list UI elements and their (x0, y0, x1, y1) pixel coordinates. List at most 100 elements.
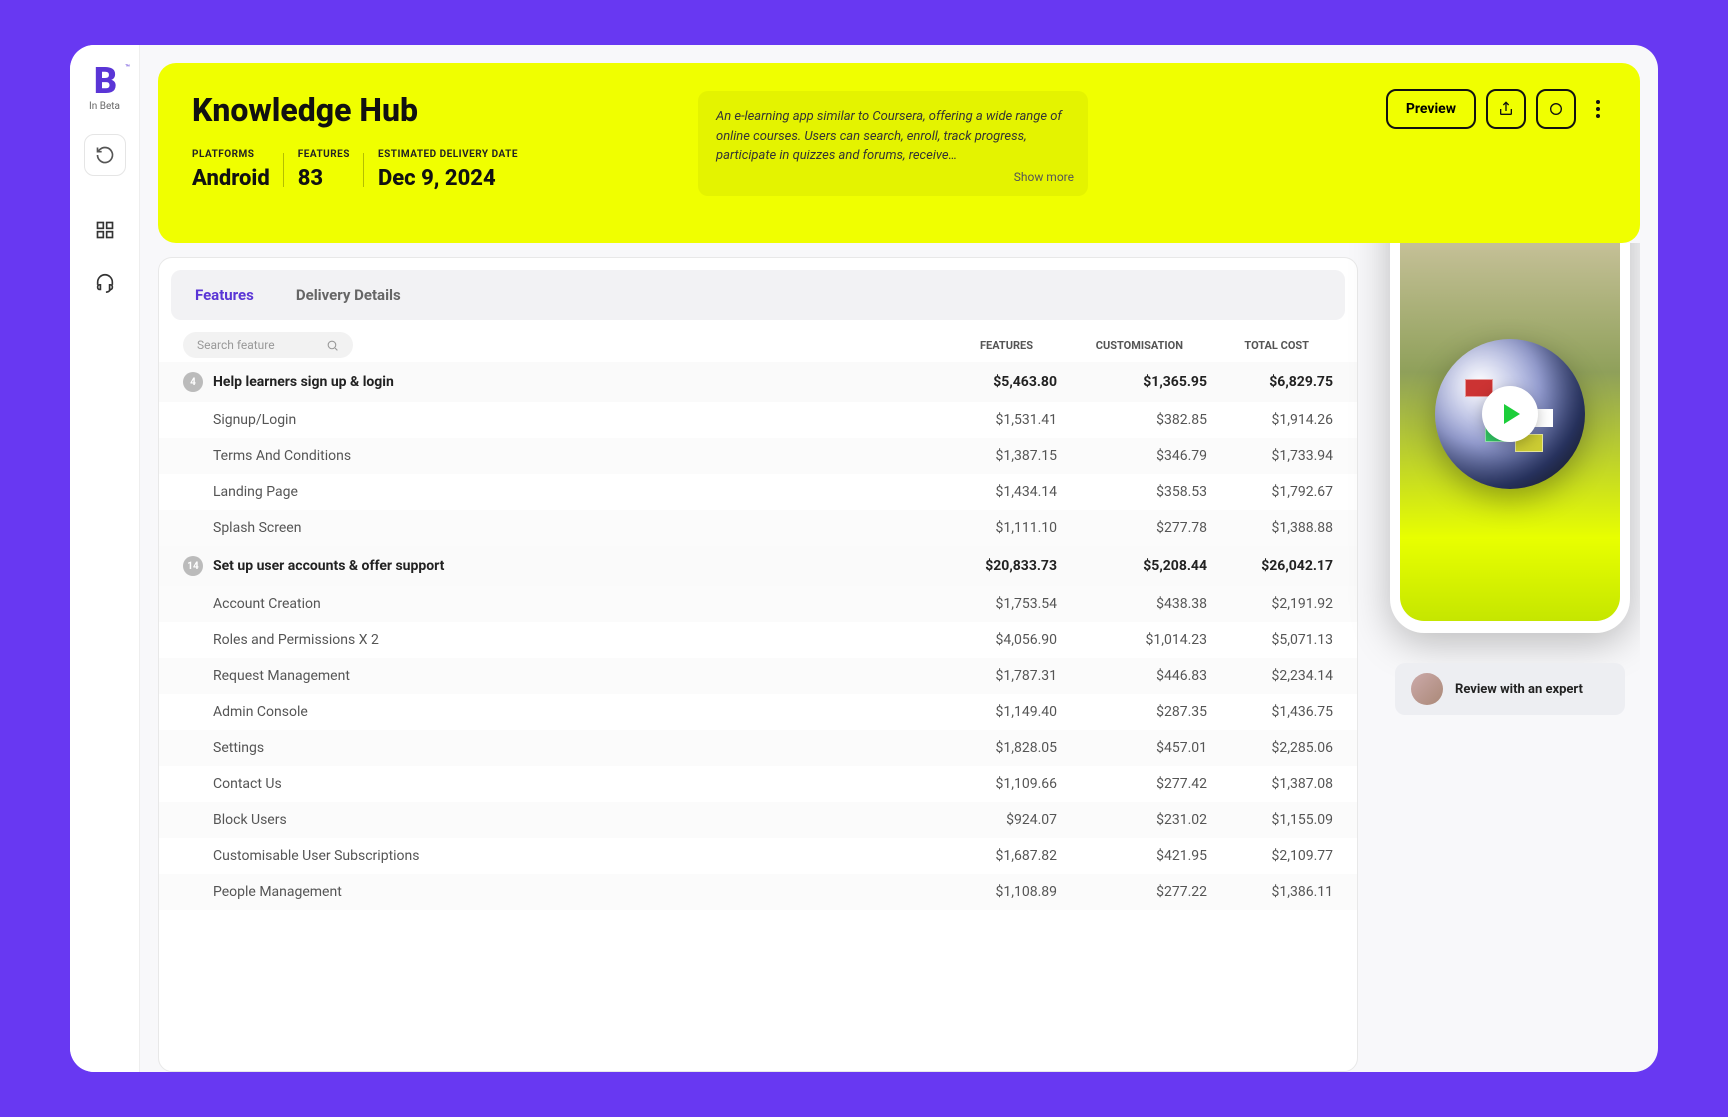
play-icon (1504, 404, 1520, 424)
custom-cost: $446.83 (1057, 668, 1207, 684)
feature-name: Landing Page (183, 484, 917, 500)
total-cost: $1,386.11 (1207, 884, 1357, 900)
custom-cost: $438.38 (1057, 596, 1207, 612)
hero-banner: Knowledge Hub PLATFORMS Android FEATURES… (158, 63, 1640, 243)
column-customisation: CUSTOMISATION (1033, 339, 1183, 352)
feature-cost: $924.07 (917, 812, 1057, 828)
play-button[interactable] (1482, 386, 1538, 442)
feature-name: Block Users (183, 812, 917, 828)
table-body[interactable]: 4Help learners sign up & login$5,463.80$… (159, 362, 1357, 1071)
custom-cost: $1,014.23 (1057, 632, 1207, 648)
feature-row[interactable]: Terms And Conditions$1,387.15$346.79$1,7… (159, 438, 1357, 474)
preview-button[interactable]: Preview (1386, 89, 1476, 129)
main-content: Knowledge Hub PLATFORMS Android FEATURES… (140, 45, 1658, 1072)
feature-name: Settings (183, 740, 917, 756)
grid-icon (95, 220, 115, 240)
total-cost: $1,155.09 (1207, 812, 1357, 828)
feature-cost: $1,109.66 (917, 776, 1057, 792)
feature-name: People Management (183, 884, 917, 900)
description-text: An e-learning app similar to Coursera, o… (716, 109, 1062, 163)
feature-cost: $1,108.89 (917, 884, 1057, 900)
group-total-cost: $6,829.75 (1207, 374, 1357, 390)
search-input[interactable]: Search feature (183, 332, 353, 358)
custom-cost: $277.78 (1057, 520, 1207, 536)
dots-vertical-icon (1596, 100, 1600, 118)
feature-row[interactable]: Block Users$924.07$231.02$1,155.09 (159, 802, 1357, 838)
refresh-button[interactable] (1536, 89, 1576, 129)
feature-row[interactable]: Admin Console$1,149.40$287.35$1,436.75 (159, 694, 1357, 730)
total-cost: $1,914.26 (1207, 412, 1357, 428)
feature-cost: $4,056.90 (917, 632, 1057, 648)
feature-name: Admin Console (183, 704, 917, 720)
feature-row[interactable]: Splash Screen$1,111.10$277.78$1,388.88 (159, 510, 1357, 546)
search-icon (326, 339, 339, 352)
tab-features[interactable]: Features (177, 276, 272, 314)
sidebar-item-dashboard[interactable] (95, 220, 115, 244)
total-cost: $5,071.13 (1207, 632, 1357, 648)
meta-features: FEATURES 83 (298, 149, 350, 191)
feature-row[interactable]: Request Management$1,787.31$446.83$2,234… (159, 658, 1357, 694)
sidebar: B ™ In Beta (70, 45, 140, 1072)
feature-cost: $1,434.14 (917, 484, 1057, 500)
preview-column: 9:41 Knowledge Hub (1380, 243, 1640, 1072)
feature-cost: $1,828.05 (917, 740, 1057, 756)
feature-cost: $1,531.41 (917, 412, 1057, 428)
tabs-bar: Features Delivery Details (171, 270, 1345, 320)
feature-cost: $1,149.40 (917, 704, 1057, 720)
custom-cost: $457.01 (1057, 740, 1207, 756)
expert-avatar (1411, 673, 1443, 705)
feature-cost: $1,111.10 (917, 520, 1057, 536)
group-name: Help learners sign up & login (213, 374, 917, 390)
phone-preview: 9:41 Knowledge Hub (1390, 243, 1630, 633)
feature-row[interactable]: Signup/Login$1,531.41$382.85$1,914.26 (159, 402, 1357, 438)
feature-row[interactable]: Settings$1,828.05$457.01$2,285.06 (159, 730, 1357, 766)
undo-button[interactable] (84, 134, 126, 176)
column-features: FEATURES (893, 339, 1033, 352)
logo-tm: ™ (125, 63, 130, 72)
feature-name: Account Creation (183, 596, 917, 612)
custom-cost: $277.42 (1057, 776, 1207, 792)
group-row[interactable]: 14Set up user accounts & offer support$2… (159, 546, 1357, 586)
sidebar-item-support[interactable] (94, 272, 116, 298)
feature-row[interactable]: Account Creation$1,753.54$438.38$2,191.9… (159, 586, 1357, 622)
feature-name: Customisable User Subscriptions (183, 848, 917, 864)
phone-screen (1400, 243, 1620, 621)
feature-cost: $1,387.15 (917, 448, 1057, 464)
tab-delivery-details[interactable]: Delivery Details (278, 276, 419, 314)
share-button[interactable] (1486, 89, 1526, 129)
logo-subtitle: In Beta (89, 101, 120, 112)
group-custom-cost: $1,365.95 (1057, 374, 1207, 390)
more-menu-button[interactable] (1586, 89, 1610, 129)
group-custom-cost: $5,208.44 (1057, 558, 1207, 574)
feature-row[interactable]: Roles and Permissions X 2$4,056.90$1,014… (159, 622, 1357, 658)
feature-name: Request Management (183, 668, 917, 684)
feature-row[interactable]: Landing Page$1,434.14$358.53$1,792.67 (159, 474, 1357, 510)
feature-row[interactable]: People Management$1,108.89$277.22$1,386.… (159, 874, 1357, 910)
feature-name: Splash Screen (183, 520, 917, 536)
share-icon (1498, 101, 1514, 117)
custom-cost: $421.95 (1057, 848, 1207, 864)
group-row[interactable]: 4Help learners sign up & login$5,463.80$… (159, 362, 1357, 402)
refresh-icon (1548, 101, 1564, 117)
feature-cost: $1,687.82 (917, 848, 1057, 864)
feature-name: Terms And Conditions (183, 448, 917, 464)
custom-cost: $287.35 (1057, 704, 1207, 720)
total-cost: $1,792.67 (1207, 484, 1357, 500)
group-count-badge: 14 (183, 556, 203, 576)
total-cost: $1,387.08 (1207, 776, 1357, 792)
logo-letter: B (94, 63, 115, 99)
group-features-cost: $5,463.80 (917, 374, 1057, 390)
feature-cost: $1,787.31 (917, 668, 1057, 684)
total-cost: $1,436.75 (1207, 704, 1357, 720)
custom-cost: $346.79 (1057, 448, 1207, 464)
custom-cost: $358.53 (1057, 484, 1207, 500)
review-with-expert-button[interactable]: Review with an expert (1395, 663, 1625, 715)
feature-row[interactable]: Contact Us$1,109.66$277.42$1,387.08 (159, 766, 1357, 802)
group-count-badge: 4 (183, 372, 203, 392)
custom-cost: $231.02 (1057, 812, 1207, 828)
meta-platforms: PLATFORMS Android (192, 149, 270, 191)
total-cost: $2,109.77 (1207, 848, 1357, 864)
feature-name: Contact Us (183, 776, 917, 792)
show-more-link[interactable]: Show more (1014, 168, 1074, 186)
feature-row[interactable]: Customisable User Subscriptions$1,687.82… (159, 838, 1357, 874)
